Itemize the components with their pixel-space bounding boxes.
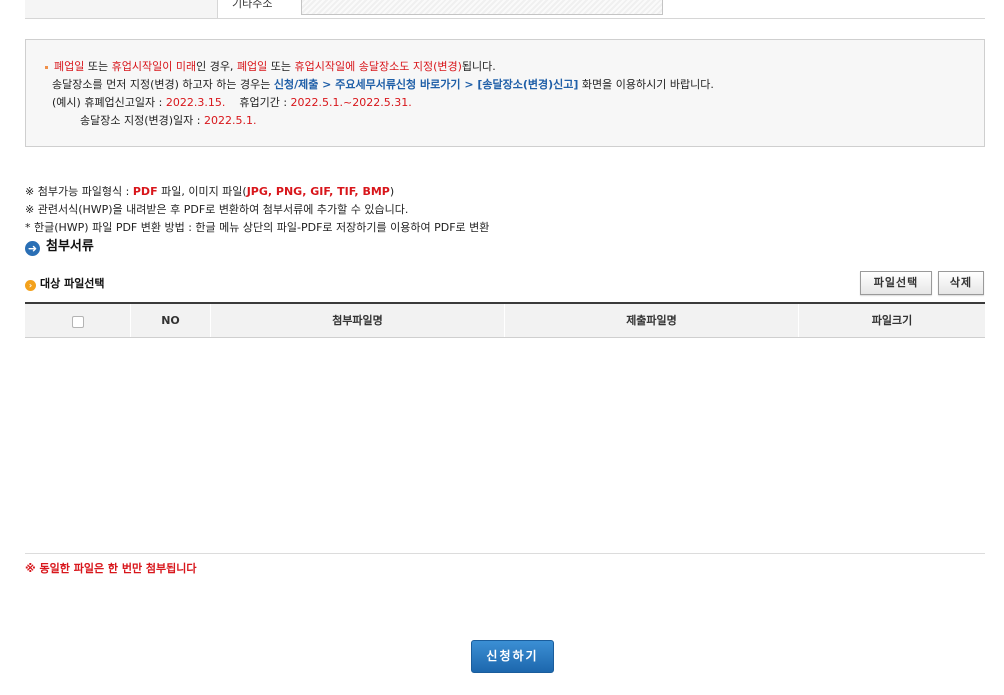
notice-line-2: 송달장소를 먼저 지정(변경) 하고자 하는 경우는 신청/제출 > 주요세무서… — [52, 76, 714, 92]
notice-text: 휴업시작일이 미래 — [111, 60, 197, 73]
notice-text: 2022.5.1.~2022.5.31. — [290, 96, 412, 109]
notice-text: 폐업일 — [236, 60, 268, 73]
sub-title-text: 대상 파일선택 — [40, 277, 105, 290]
form-row-other-address: 기타주소 — [25, 0, 985, 19]
submit-application-button[interactable]: 신청하기 — [471, 640, 554, 673]
notice-text: (예시) 휴폐업신고일자 : — [52, 96, 166, 109]
arrow-right-circle-icon: ➜ — [25, 241, 40, 256]
note-text: PDF — [132, 185, 158, 198]
notice-line-4: 송달장소 지정(변경)일자 : 2022.5.1. — [80, 112, 256, 128]
section-title-text: 첨부서류 — [46, 239, 94, 254]
notice-text: 휴업시작일에 송달장소도 지정(변경) — [294, 60, 462, 73]
notice-text: 2022.3.15. — [165, 96, 226, 109]
notice-line-1: 폐업일 또는 휴업시작일이 미래인 경우, 폐업일 또는 휴업시작일에 송달장소… — [45, 58, 496, 74]
delete-button[interactable]: 삭제 — [938, 271, 984, 295]
select-all-checkbox[interactable] — [72, 316, 84, 328]
table-bottom-divider — [25, 553, 985, 554]
notice-text: 화면을 이용하시기 바랍니다. — [578, 78, 714, 91]
notice-text: 또는 — [84, 60, 112, 73]
note-text: ) — [389, 185, 395, 198]
notice-text: 폐업일 — [54, 60, 85, 73]
notice-text: 또는 — [267, 60, 295, 73]
chevron-right-circle-icon: › — [25, 280, 36, 291]
th-file-size: 파일크기 — [871, 314, 913, 327]
note-file-formats: ※ 첨부가능 파일형식 : PDF 파일, 이미지 파일(JPG, PNG, G… — [25, 183, 394, 199]
bullet-icon — [45, 65, 48, 69]
note-hwp-method: * 한글(HWP) 파일 PDF 변환 방법 : 한글 메뉴 상단의 파일-PD… — [25, 221, 490, 234]
other-address-label: 기타주소 — [232, 0, 273, 10]
target-file-select-title: › 대상 파일선택 — [25, 275, 105, 291]
th-select-all — [25, 304, 131, 337]
note-hwp-convert: ※ 관련서식(HWP)을 내려받은 후 PDF로 변환하여 첨부서류에 추가할 … — [25, 203, 409, 216]
other-address-input[interactable] — [301, 0, 663, 15]
attachments-section-title: ➜ 첨부서류 — [25, 235, 94, 256]
notice-text: 인 경우, — [196, 60, 237, 73]
notice-text: 됩니다. — [461, 60, 496, 73]
notice-text: 2022.5.1. — [203, 114, 257, 127]
th-no: NO — [131, 304, 211, 337]
shortcut-path-link[interactable]: 신청/제출 > 주요세무서류신청 바로가기 > [송달장소(변경)신고] — [274, 78, 579, 91]
notice-line-3: (예시) 휴폐업신고일자 : 2022.3.15. 휴업기간 : 2022.5.1… — [52, 94, 412, 110]
note-text: ※ 첨부가능 파일형식 : — [25, 185, 133, 198]
th-attached-file-name: 첨부파일명 — [211, 304, 505, 337]
notice-text: 송달장소 지정(변경)일자 : — [80, 114, 204, 127]
attachments-table-header: NO 첨부파일명 제출파일명 파일크기 — [25, 302, 985, 338]
note-text: 파일, 이미지 파일( — [157, 185, 247, 198]
notice-box: 폐업일 또는 휴업시작일이 미래인 경우, 폐업일 또는 휴업시작일에 송달장소… — [25, 39, 985, 147]
notice-text: 휴업기간 : — [239, 96, 291, 109]
notice-text: 송달장소를 먼저 지정(변경) 하고자 하는 경우는 — [52, 78, 274, 91]
form-row-label-cell — [25, 0, 218, 18]
duplicate-file-warning: ※ 동일한 파일은 한 번만 첨부됩니다 — [25, 562, 197, 575]
th-submitted-file-name: 제출파일명 — [505, 304, 799, 337]
note-text: JPG, PNG, GIF, TIF, BMP — [246, 185, 390, 198]
select-file-button[interactable]: 파일선택 — [860, 271, 932, 295]
